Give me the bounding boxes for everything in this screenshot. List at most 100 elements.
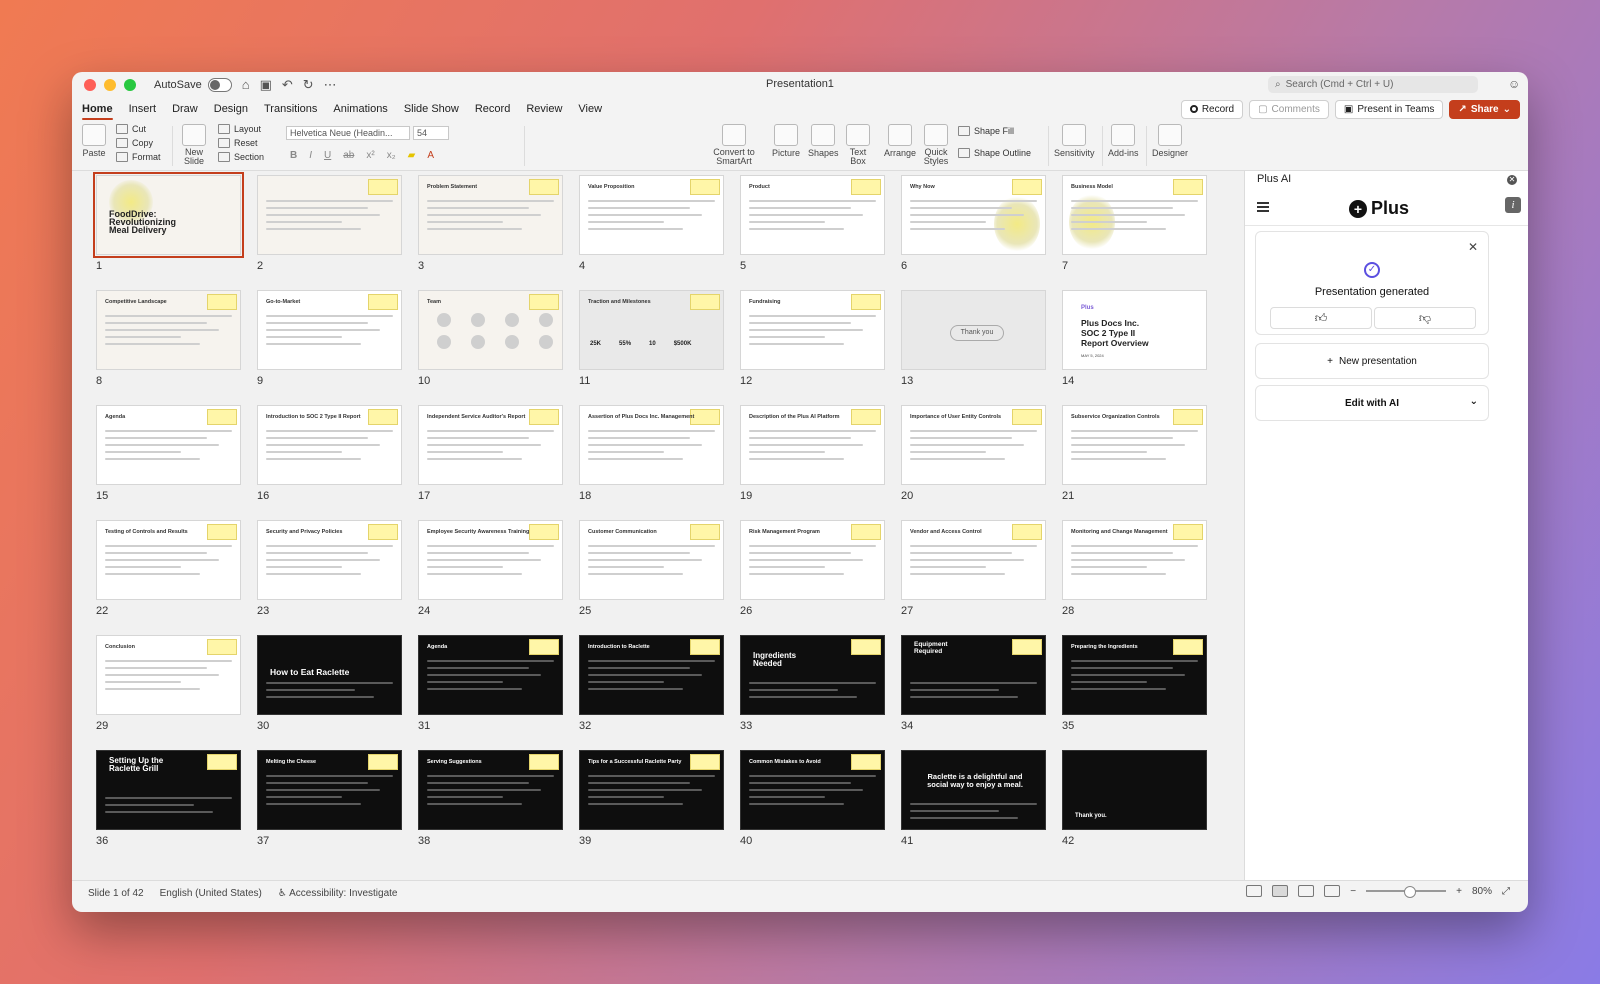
zoom-window-button[interactable] (124, 79, 136, 91)
new-presentation-button[interactable]: + New presentation (1255, 343, 1489, 379)
slide-thumbnail[interactable]: Melting the Cheese (257, 750, 402, 830)
slide-thumbnail[interactable]: Security and Privacy Policies (257, 520, 402, 600)
slide-thumbnail[interactable]: Agenda (96, 405, 241, 485)
close-panel-icon[interactable]: ✕ (1507, 175, 1517, 185)
tab-insert[interactable]: Insert (121, 98, 165, 120)
slide-thumbnail[interactable]: Equipment Required (901, 635, 1046, 715)
tab-record[interactable]: Record (467, 98, 518, 120)
undo-icon[interactable]: ↶ (282, 77, 293, 93)
more-icon[interactable]: ⋯ (324, 77, 337, 93)
copy-button[interactable]: Copy (116, 138, 161, 148)
slide-thumbnail[interactable]: Traction and Milestones 25K 55% 10 $500K (579, 290, 724, 370)
text-box-button[interactable]: Text Box (846, 124, 870, 166)
slide-thumbnail[interactable]: Product (740, 175, 885, 255)
slide-thumbnail[interactable]: Importance of User Entity Controls (901, 405, 1046, 485)
slide-thumbnail[interactable]: Vendor and Access Control (901, 520, 1046, 600)
superscript-icon[interactable]: x² (366, 150, 374, 161)
slide-thumbnail[interactable]: Independent Service Auditor's Report (418, 405, 563, 485)
redo-icon[interactable]: ↻ (303, 77, 314, 93)
slide-thumbnail[interactable]: Ingredients Needed (740, 635, 885, 715)
slide-sorter-view-icon[interactable] (1272, 885, 1289, 897)
present-in-teams-button[interactable]: ▣ Present in Teams (1334, 99, 1444, 119)
tab-design[interactable]: Design (206, 98, 256, 120)
shape-outline-button[interactable]: Shape Outline (958, 148, 1031, 158)
strikethrough-icon[interactable]: ab (343, 150, 354, 161)
dismiss-icon[interactable]: ✕ (1468, 240, 1478, 254)
slide-thumbnail[interactable]: Customer Communication (579, 520, 724, 600)
fit-window-icon[interactable]: ⤢ (1502, 886, 1510, 897)
shapes-button[interactable]: Shapes (808, 124, 839, 158)
tab-review[interactable]: Review (518, 98, 570, 120)
section-button[interactable]: Section (218, 152, 264, 162)
tab-slide-show[interactable]: Slide Show (396, 98, 467, 120)
zoom-level[interactable]: 80% (1472, 886, 1492, 897)
slide-thumbnail[interactable]: Business Model (1062, 175, 1207, 255)
normal-view-icon[interactable] (1246, 885, 1263, 897)
font-name-select[interactable]: Helvetica Neue (Headin... (286, 126, 410, 140)
underline-icon[interactable]: U (324, 150, 331, 161)
slide-thumbnail[interactable]: Fundraising (740, 290, 885, 370)
layout-button[interactable]: Layout (218, 124, 264, 134)
slide-thumbnail[interactable]: Raclette is a delightful and social way … (901, 750, 1046, 830)
zoom-out-icon[interactable]: − (1350, 886, 1356, 897)
info-icon[interactable]: i (1505, 197, 1521, 213)
arrange-button[interactable]: Arrange (884, 124, 916, 158)
slide-thumbnail[interactable]: Tips for a Successful Raclette Party (579, 750, 724, 830)
slide-thumbnail[interactable]: Preparing the Ingredients (1062, 635, 1207, 715)
thumbs-down-button[interactable]: 👎︎ (1374, 307, 1476, 329)
slide-thumbnail[interactable]: Conclusion (96, 635, 241, 715)
designer-button[interactable]: Designer (1152, 124, 1188, 158)
reading-view-icon[interactable] (1298, 885, 1315, 897)
highlight-icon[interactable]: ▰ (408, 150, 416, 161)
slide-thumbnail[interactable]: Thank you. (1062, 750, 1207, 830)
cut-button[interactable]: Cut (116, 124, 161, 134)
record-button[interactable]: Record (1180, 99, 1244, 119)
tab-draw[interactable]: Draw (164, 98, 206, 120)
quick-styles-button[interactable]: Quick Styles (922, 124, 950, 166)
slide-thumbnail[interactable]: Competitive Landscape (96, 290, 241, 370)
slide-thumbnail[interactable]: Monitoring and Change Management (1062, 520, 1207, 600)
sensitivity-button[interactable]: Sensitivity (1054, 124, 1095, 158)
font-color-icon[interactable]: A (427, 150, 434, 161)
share-button[interactable]: ↗ Share ⌄ (1449, 99, 1520, 119)
slide-thumbnail[interactable] (257, 175, 402, 255)
slide-thumbnail[interactable]: Serving Suggestions (418, 750, 563, 830)
slide-thumbnail[interactable]: FoodDrive: Revolutionizing Meal Delivery (93, 172, 244, 258)
home-icon[interactable]: ⌂ (242, 77, 250, 93)
slide-thumbnail[interactable]: Plus Plus Docs Inc. SOC 2 Type II Report Ov… (1062, 290, 1207, 370)
language-status[interactable]: English (United States) (160, 888, 262, 899)
shape-fill-button[interactable]: Shape Fill (958, 126, 1031, 136)
picture-button[interactable]: Picture (772, 124, 800, 158)
slide-thumbnail[interactable]: Why Now (901, 175, 1046, 255)
edit-with-ai-button[interactable]: Edit with AI ⌄ (1255, 385, 1489, 421)
slide-thumbnail[interactable]: Assertion of Plus Docs Inc. Management (579, 405, 724, 485)
addins-button[interactable]: Add-ins (1108, 124, 1139, 158)
slide-thumbnail[interactable]: Introduction to SOC 2 Type II Report (257, 405, 402, 485)
tab-view[interactable]: View (570, 98, 610, 120)
slide-thumbnail[interactable]: Thank you (901, 290, 1046, 370)
font-size-select[interactable]: 54 (413, 126, 449, 140)
autosave-toggle[interactable] (207, 78, 232, 92)
slide-thumbnail[interactable]: Go-to-Market (257, 290, 402, 370)
tab-transitions[interactable]: Transitions (256, 98, 325, 120)
slide-thumbnail[interactable]: How to Eat Raclette (257, 635, 402, 715)
zoom-slider[interactable] (1366, 886, 1447, 898)
search-input[interactable]: ⌕ Search (Cmd + Ctrl + U) (1268, 76, 1478, 93)
slide-thumbnail[interactable]: Risk Management Program (740, 520, 885, 600)
format-painter-button[interactable]: Format (116, 152, 161, 162)
slideshow-view-icon[interactable] (1324, 885, 1341, 897)
close-window-button[interactable] (84, 79, 96, 91)
slide-thumbnail[interactable]: Common Mistakes to Avoid (740, 750, 885, 830)
tab-home[interactable]: Home (74, 98, 121, 120)
accessibility-status[interactable]: ♿︎ Accessibility: Investigate (278, 888, 398, 899)
slide-thumbnail[interactable]: Subservice Organization Controls (1062, 405, 1207, 485)
thumbs-up-button[interactable]: 👍︎ (1270, 307, 1372, 329)
new-slide-button[interactable]: New Slide (180, 124, 208, 166)
slide-thumbnail[interactable]: Value Proposition (579, 175, 724, 255)
convert-smartart-button[interactable]: Convert to SmartArt (712, 124, 756, 166)
slide-thumbnail[interactable]: Testing of Controls and Results (96, 520, 241, 600)
slide-thumbnail[interactable]: Agenda (418, 635, 563, 715)
paste-button[interactable]: Paste (82, 124, 106, 158)
slide-thumbnail[interactable]: Employee Security Awareness Training (418, 520, 563, 600)
account-icon[interactable]: ☺ (1508, 77, 1520, 91)
